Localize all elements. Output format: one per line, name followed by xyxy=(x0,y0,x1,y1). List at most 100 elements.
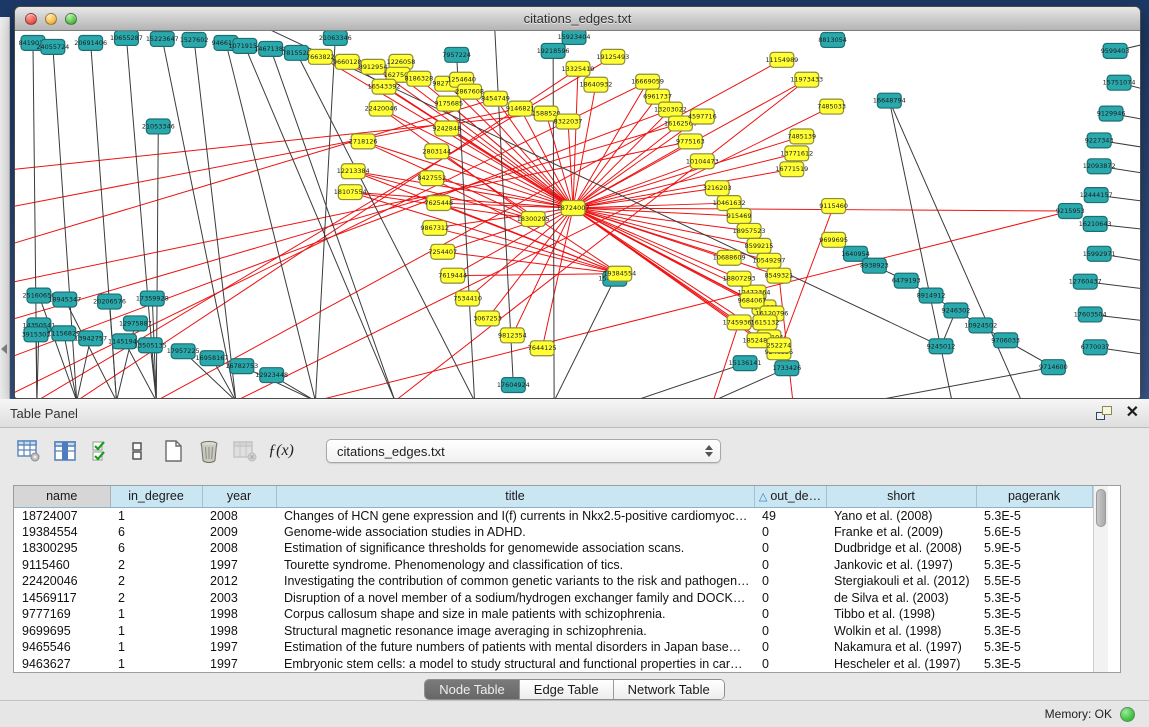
table-cell[interactable]: 9777169 xyxy=(14,606,110,623)
graph-node[interactable]: 9599403 xyxy=(1101,43,1130,58)
graph-node[interactable]: 2718126 xyxy=(349,134,378,149)
graph-node[interactable]: 16771519 xyxy=(775,162,808,177)
table-cell[interactable]: Jankovic et al. (1997) xyxy=(826,557,976,574)
graph-node[interactable]: 16648794 xyxy=(873,93,906,108)
table-cell[interactable]: 1 xyxy=(110,656,202,673)
minimize-window-button[interactable] xyxy=(45,13,57,25)
graph-node[interactable]: 4597716 xyxy=(688,109,717,124)
table-cell[interactable]: Genome-wide association studies in ADHD. xyxy=(276,524,754,541)
table-cell[interactable]: 9465546 xyxy=(14,639,110,656)
table-row[interactable]: 1830029562008Estimation of significance … xyxy=(14,540,1092,557)
table-cell[interactable]: 5.3E-5 xyxy=(976,557,1092,574)
window-titlebar[interactable]: citations_edges.txt xyxy=(15,7,1140,31)
table-cell[interactable]: 0 xyxy=(754,606,826,623)
graph-node[interactable]: 10104473 xyxy=(686,154,719,169)
graph-node[interactable]: 13505135 xyxy=(134,338,167,353)
graph-node[interactable]: 12975887 xyxy=(119,316,152,331)
close-panel-icon[interactable]: ✕ xyxy=(1126,406,1139,420)
table-cell[interactable]: 2 xyxy=(110,590,202,607)
graph-node[interactable]: 9242848 xyxy=(432,121,461,136)
table-cell[interactable]: 18300295 xyxy=(14,540,110,557)
tab-edge-table[interactable]: Edge Table xyxy=(520,680,614,699)
graph-node[interactable]: 9812354 xyxy=(498,328,527,343)
table-cell[interactable]: 1998 xyxy=(202,623,276,640)
graph-node[interactable]: 17604924 xyxy=(497,378,530,393)
table-cell[interactable]: Estimation of the future numbers of pati… xyxy=(276,639,754,656)
graph-node[interactable]: 9115460 xyxy=(819,199,848,214)
graph-node[interactable]: 7485033 xyxy=(817,99,846,114)
graph-node[interactable]: 19125493 xyxy=(596,49,629,64)
graph-node[interactable]: 18957523 xyxy=(733,223,766,238)
table-cell[interactable]: Wolkin et al. (1998) xyxy=(826,623,976,640)
graph-node[interactable]: 13325419 xyxy=(562,61,595,76)
graph-node[interactable]: 16210643 xyxy=(1079,216,1112,231)
graph-node[interactable]: 8186328 xyxy=(404,71,433,86)
graph-node[interactable]: 11973433 xyxy=(790,72,823,87)
table-cell[interactable]: 5.3E-5 xyxy=(976,623,1092,640)
graph-node[interactable]: 13942757 xyxy=(74,331,107,346)
table-cell[interactable]: 19384554 xyxy=(14,524,110,541)
table-cell[interactable]: de Silva et al. (2003) xyxy=(826,590,976,607)
graph-node[interactable]: 7619444 xyxy=(438,268,467,283)
graph-node[interactable]: 8599215 xyxy=(745,238,774,253)
table-cell[interactable]: 1997 xyxy=(202,639,276,656)
graph-node[interactable]: 13771612 xyxy=(780,146,813,161)
table-cell[interactable]: Dudbridge et al. (2008) xyxy=(826,540,976,557)
graph-node[interactable]: 9867312 xyxy=(420,220,449,235)
table-row[interactable]: 1456911722003Disruption of a novel membe… xyxy=(14,590,1092,607)
graph-node[interactable]: 22420046 xyxy=(365,101,398,116)
function-builder-button[interactable]: ƒ(x) xyxy=(268,438,294,464)
tab-node-table[interactable]: Node Table xyxy=(425,680,520,699)
graph-node[interactable]: 18807293 xyxy=(723,271,756,286)
graph-node[interactable]: 7625448 xyxy=(424,196,453,211)
graph-node[interactable]: 8813054 xyxy=(818,32,847,47)
graph-node[interactable]: 10549297 xyxy=(753,253,786,268)
graph-node[interactable]: 9706033 xyxy=(991,333,1020,348)
graph-node[interactable]: 8549321 xyxy=(765,268,794,283)
graph-node[interactable]: 15923404 xyxy=(558,31,591,44)
table-row[interactable]: 911546021997Tourette syndrome. Phenomeno… xyxy=(14,557,1092,574)
graph-node[interactable]: 6770037 xyxy=(1081,340,1110,355)
table-cell[interactable]: 1998 xyxy=(202,606,276,623)
graph-node[interactable]: 17603504 xyxy=(1074,307,1107,322)
graph-node[interactable]: 7957224 xyxy=(442,47,471,62)
graph-node[interactable]: 7663822 xyxy=(306,49,335,64)
table-cell[interactable]: 5.3E-5 xyxy=(976,639,1092,656)
graph-node[interactable]: 16543392 xyxy=(368,79,401,94)
graph-node[interactable]: 7485139 xyxy=(787,129,816,144)
network-table-selector[interactable]: citations_edges.txt xyxy=(326,439,721,463)
graph-node[interactable]: 16669059 xyxy=(631,74,664,89)
graph-node[interactable]: 17359928 xyxy=(136,291,169,306)
table-row[interactable]: 946362711997Embryonic stem cells: a mode… xyxy=(14,656,1092,673)
column-header-title[interactable]: title xyxy=(276,486,754,507)
table-cell[interactable]: 9115460 xyxy=(14,557,110,574)
column-header-short[interactable]: short xyxy=(826,486,976,507)
table-cell[interactable]: 14569117 xyxy=(14,590,110,607)
graph-node[interactable]: 20206576 xyxy=(93,294,126,309)
table-cell[interactable]: Disruption of a novel member of a sodium… xyxy=(276,590,754,607)
graph-node[interactable]: 7254407 xyxy=(428,244,457,259)
row-height-button[interactable] xyxy=(124,438,150,464)
table-cell[interactable]: Changes of HCN gene expression and I(f) … xyxy=(276,507,754,524)
graph-node[interactable]: 1615132 xyxy=(751,315,780,330)
create-column-button[interactable] xyxy=(52,438,78,464)
delete-table-button[interactable] xyxy=(196,438,222,464)
graph-node[interactable]: 12923448 xyxy=(255,368,288,383)
column-header-pagerank[interactable]: pagerank xyxy=(976,486,1092,507)
graph-node[interactable]: 9215953 xyxy=(1056,204,1085,219)
graph-node[interactable]: 19218596 xyxy=(537,43,570,58)
float-panel-icon[interactable] xyxy=(1096,406,1112,420)
table-cell[interactable]: 5.3E-5 xyxy=(976,656,1092,673)
graph-node[interactable]: 10655287 xyxy=(110,31,143,45)
graph-node[interactable]: 12444157 xyxy=(1080,188,1113,203)
zoom-window-button[interactable] xyxy=(65,13,77,25)
table-cell[interactable]: Tibbo et al. (1998) xyxy=(826,606,976,623)
table-cell[interactable]: 1997 xyxy=(202,557,276,574)
panel-collapse-arrow-icon[interactable] xyxy=(1,344,7,354)
graph-node[interactable]: 8322037 xyxy=(554,114,583,129)
graph-node[interactable]: 9660128 xyxy=(333,54,362,69)
table-cell[interactable]: 5.3E-5 xyxy=(976,606,1092,623)
graph-node[interactable]: 9245012 xyxy=(927,339,956,354)
graph-node[interactable]: 915469 xyxy=(727,209,752,224)
graph-node[interactable]: 2803144 xyxy=(422,144,451,159)
